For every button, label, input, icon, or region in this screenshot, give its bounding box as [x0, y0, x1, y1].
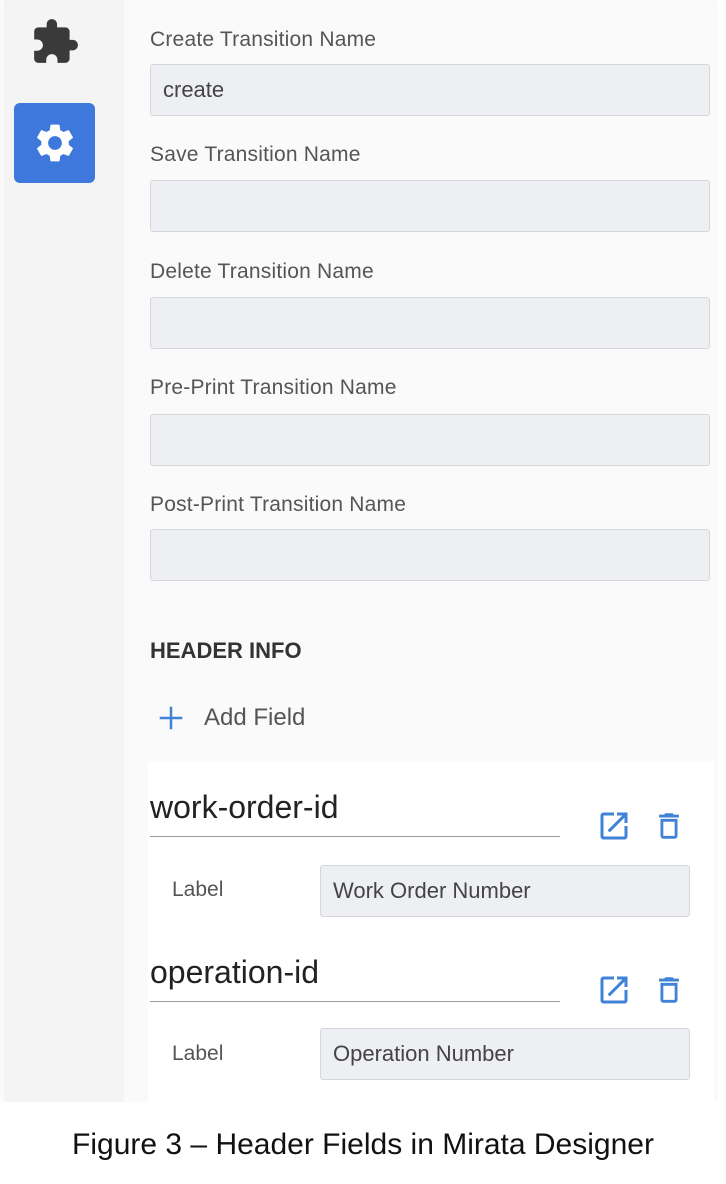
figure-caption: Figure 3 – Header Fields in Mirata Desig…	[72, 1128, 654, 1161]
puzzle-icon	[33, 19, 78, 63]
pre-print-transition-label: Pre-Print Transition Name	[150, 376, 397, 399]
save-transition-label: Save Transition Name	[150, 143, 361, 166]
trash-icon	[659, 977, 679, 1003]
add-field-button[interactable]: Add Field	[156, 703, 305, 733]
open-field-button[interactable]	[596, 808, 632, 849]
post-print-transition-input[interactable]	[150, 529, 710, 581]
delete-transition-label: Delete Transition Name	[150, 260, 374, 283]
header-field-name[interactable]: work-order-id	[150, 788, 560, 837]
delete-field-button[interactable]	[652, 808, 686, 849]
header-field-name[interactable]: operation-id	[150, 953, 560, 1002]
field-label-input[interactable]	[320, 865, 690, 917]
sidebar-item-plugins[interactable]	[14, 2, 95, 82]
field-label-caption: Label	[172, 1042, 224, 1065]
post-print-transition-label: Post-Print Transition Name	[150, 493, 407, 516]
open-field-button[interactable]	[596, 972, 632, 1013]
header-info-title: HEADER INFO	[150, 638, 302, 663]
gear-icon	[36, 124, 73, 162]
delete-transition-input[interactable]	[150, 297, 710, 349]
pre-print-transition-input[interactable]	[150, 414, 710, 466]
delete-field-button[interactable]	[652, 972, 686, 1013]
create-transition-label: Create Transition Name	[150, 28, 377, 51]
create-transition-input[interactable]	[150, 64, 710, 116]
field-label-input[interactable]	[320, 1028, 690, 1080]
plus-icon	[159, 706, 183, 730]
trash-icon	[659, 813, 679, 839]
open-in-new-icon	[600, 812, 628, 840]
sidebar-item-settings[interactable]	[14, 103, 95, 183]
open-in-new-icon	[600, 976, 628, 1004]
add-field-label: Add Field	[204, 704, 306, 731]
save-transition-input[interactable]	[150, 180, 710, 232]
field-label-caption: Label	[172, 878, 224, 901]
